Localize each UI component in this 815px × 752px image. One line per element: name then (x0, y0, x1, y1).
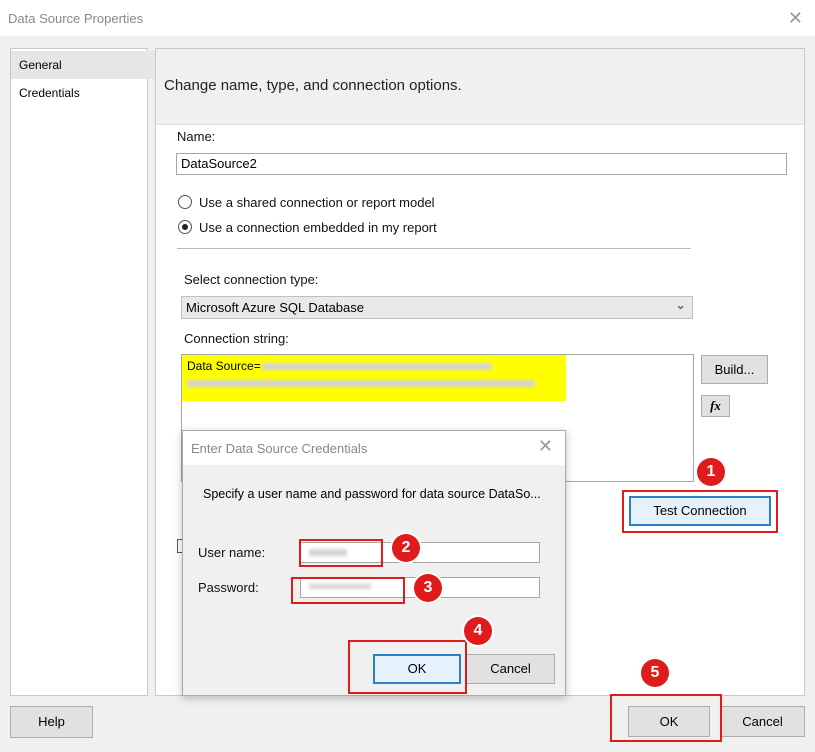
cancel-button[interactable]: Cancel (720, 706, 805, 737)
callout-ok (610, 694, 722, 742)
step-badge-1: 1 (697, 458, 725, 486)
expression-button[interactable]: fx (701, 395, 730, 417)
connection-type-select[interactable]: Microsoft Azure SQL Database ⌄ (181, 296, 693, 319)
radio-embedded-label: Use a connection embedded in my report (199, 220, 437, 235)
panel-heading: Change name, type, and connection option… (164, 77, 462, 94)
redacted-server (262, 363, 492, 370)
step-badge-5: 5 (641, 659, 669, 687)
window-titlebar: Data Source Properties ✕ (0, 0, 815, 36)
name-label: Name: (177, 129, 216, 144)
dialog-title: Enter Data Source Credentials (191, 441, 368, 456)
username-label: User name: (198, 545, 266, 560)
dialog-titlebar: Enter Data Source Credentials ✕ (183, 431, 565, 465)
panel-header: Change name, type, and connection option… (156, 49, 804, 125)
redacted-catalog (187, 380, 535, 387)
password-label: Password: (198, 580, 259, 595)
callout-test-connection (622, 490, 778, 533)
dialog-instruction: Specify a user name and password for dat… (203, 487, 541, 501)
dialog-cancel-button[interactable]: Cancel (466, 654, 555, 684)
radio-shared-label: Use a shared connection or report model (199, 195, 435, 210)
chevron-down-icon: ⌄ (675, 297, 686, 312)
connection-type-value: Microsoft Azure SQL Database (186, 300, 364, 315)
name-input[interactable]: DataSource2 (176, 153, 787, 175)
sidebar-item-credentials[interactable]: Credentials (11, 79, 155, 107)
build-button[interactable]: Build... (701, 355, 768, 384)
window-title: Data Source Properties (8, 11, 144, 26)
sidebar: General Credentials (10, 48, 155, 696)
callout-username (299, 539, 383, 567)
callout-password (291, 577, 405, 604)
sidebar-item-general[interactable]: General (11, 51, 155, 79)
step-badge-3: 3 (414, 574, 442, 602)
divider (177, 248, 691, 249)
connection-string-label: Connection string: (184, 331, 289, 346)
callout-dialog-ok (348, 640, 467, 694)
connection-string-text: Data Source= (187, 359, 261, 373)
help-button[interactable]: Help (10, 706, 93, 738)
step-badge-4: 4 (464, 617, 492, 645)
close-icon[interactable]: ✕ (788, 8, 803, 29)
radio-embedded-connection[interactable] (178, 220, 192, 234)
step-badge-2: 2 (392, 534, 420, 562)
dialog-close-icon[interactable]: ✕ (538, 436, 553, 457)
radio-shared-connection[interactable] (178, 195, 192, 209)
connection-type-label: Select connection type: (184, 272, 319, 287)
